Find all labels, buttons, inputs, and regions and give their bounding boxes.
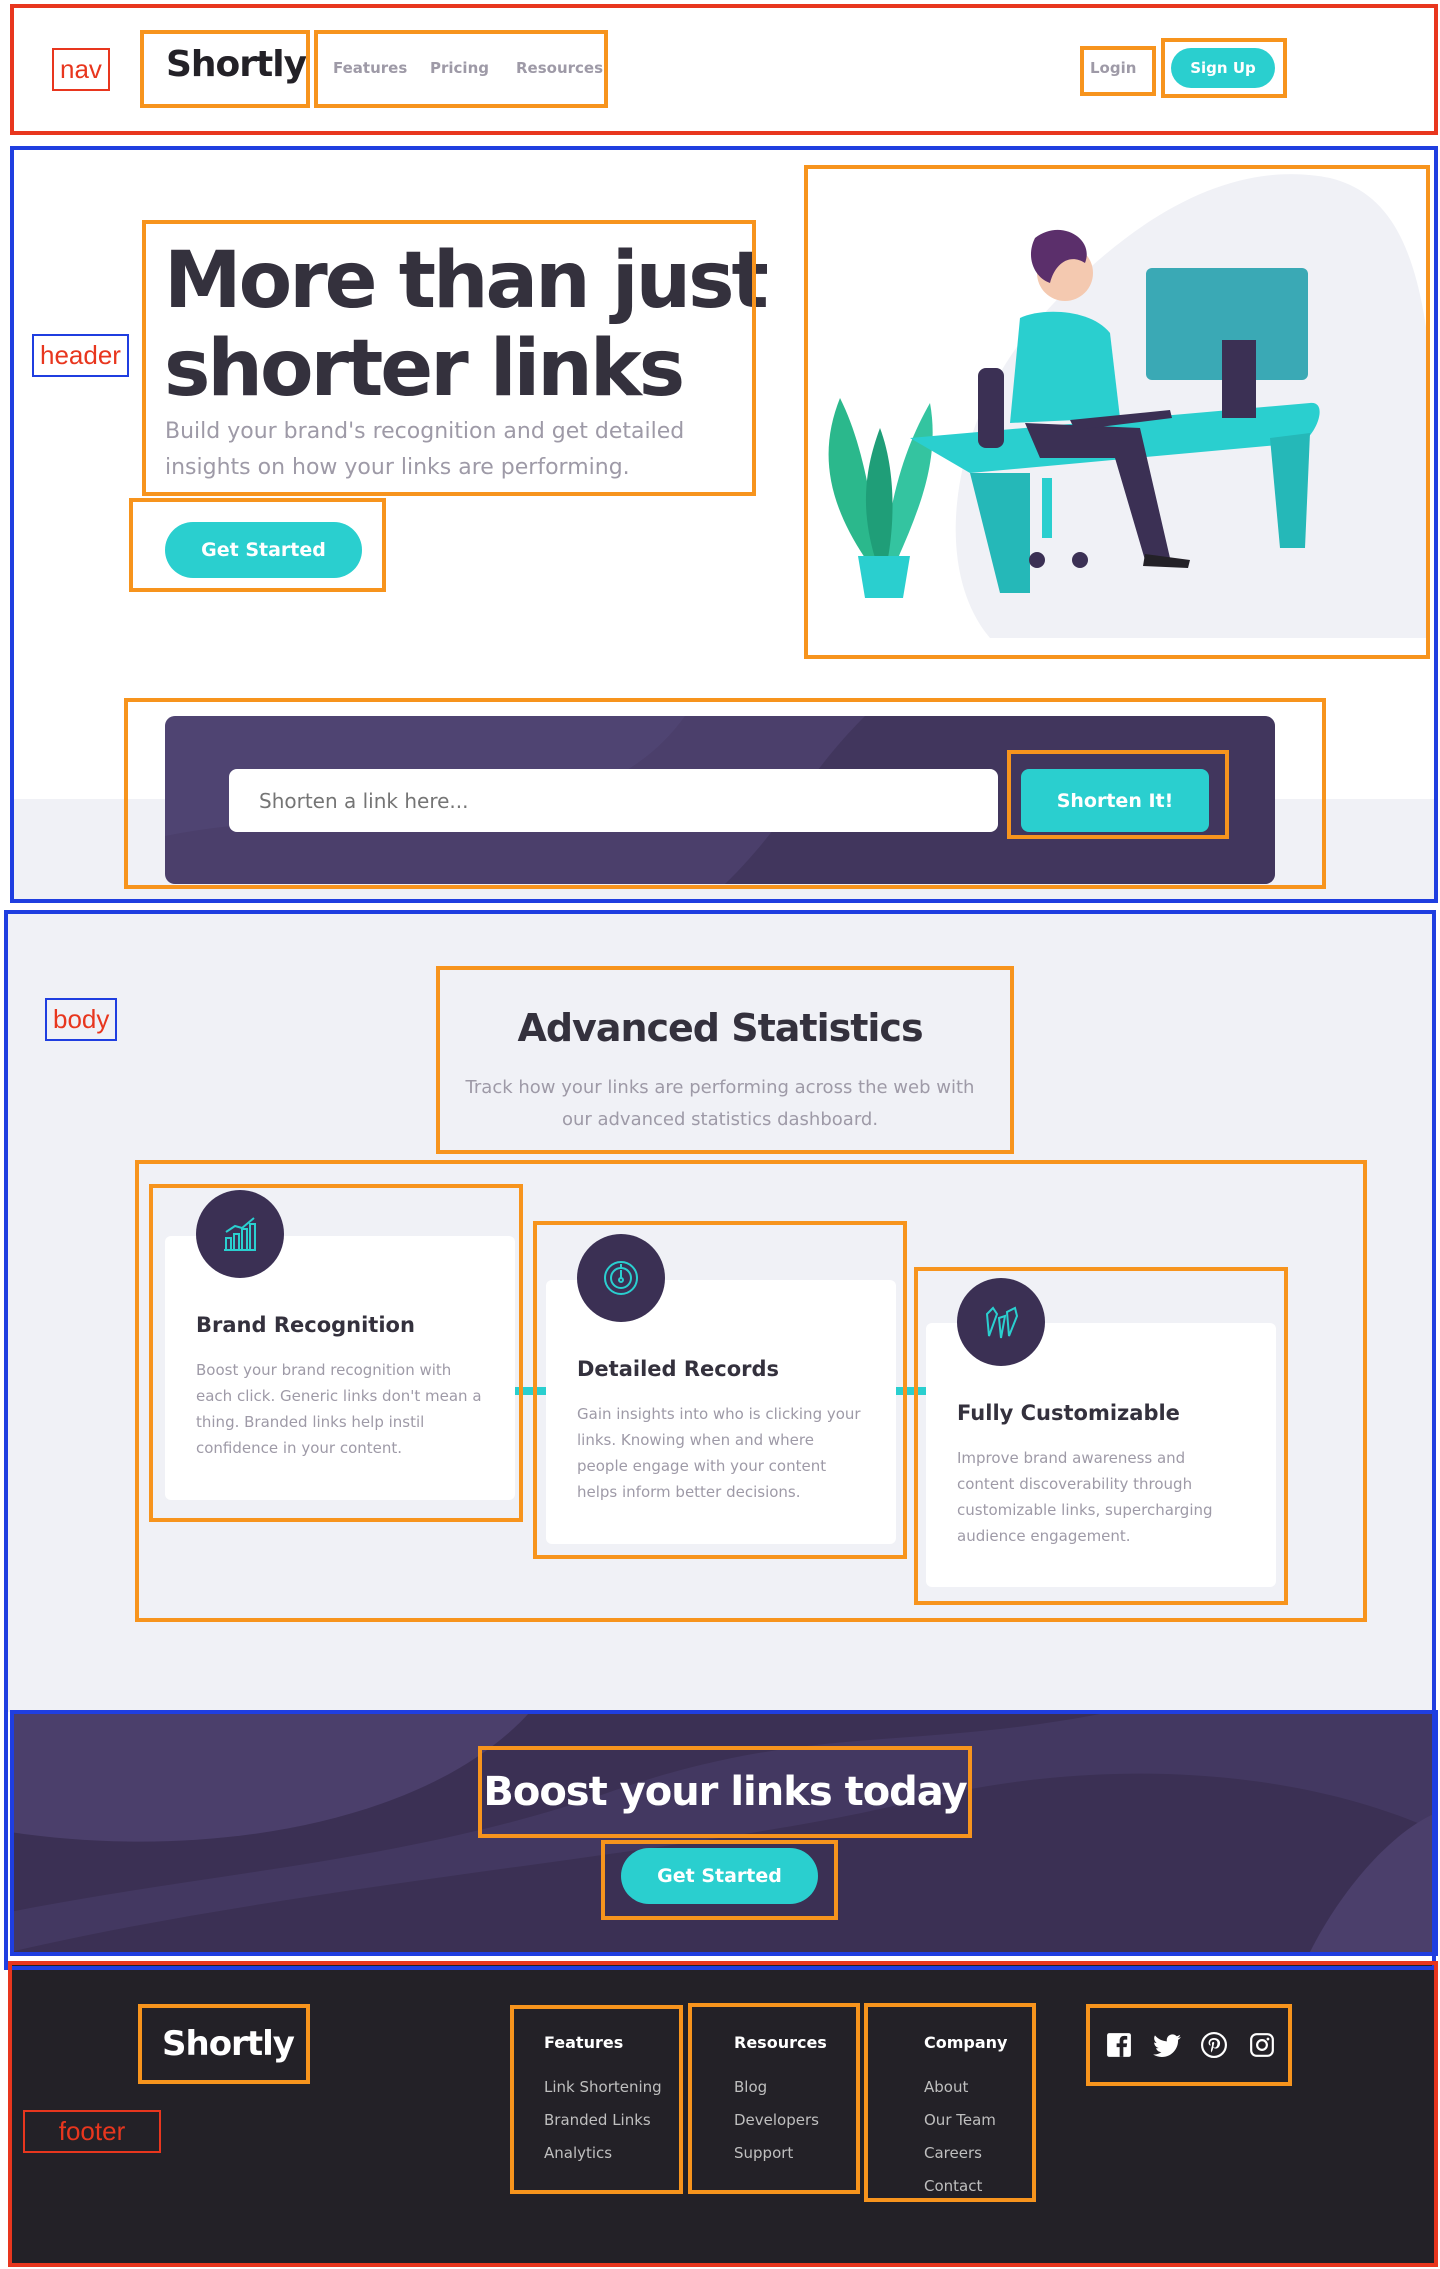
annotation-label-header: header [32,334,129,377]
annotation-box [914,1267,1288,1605]
annotation-box [804,165,1430,659]
annotation-box [129,498,386,592]
annotation-label-nav: nav [52,48,110,91]
annotation-box [1086,2004,1292,2086]
annotation-box [314,30,608,108]
annotation-box [436,966,1014,1154]
annotation-box [1007,750,1229,839]
annotation-box [510,2005,683,2194]
annotation-box [1080,46,1156,96]
annotation-box [688,2003,860,2194]
annotation-box [864,2003,1036,2202]
annotation-box [140,30,310,108]
annotation-box [138,2004,310,2084]
annotation-box [601,1840,838,1920]
annotation-box [533,1221,907,1559]
annotation-label-footer: footer [23,2110,161,2153]
annotation-box [149,1184,523,1522]
annotation-box [142,220,756,496]
annotation-box [1161,38,1287,98]
annotation-box [478,1746,972,1838]
annotation-label-body: body [45,998,118,1041]
